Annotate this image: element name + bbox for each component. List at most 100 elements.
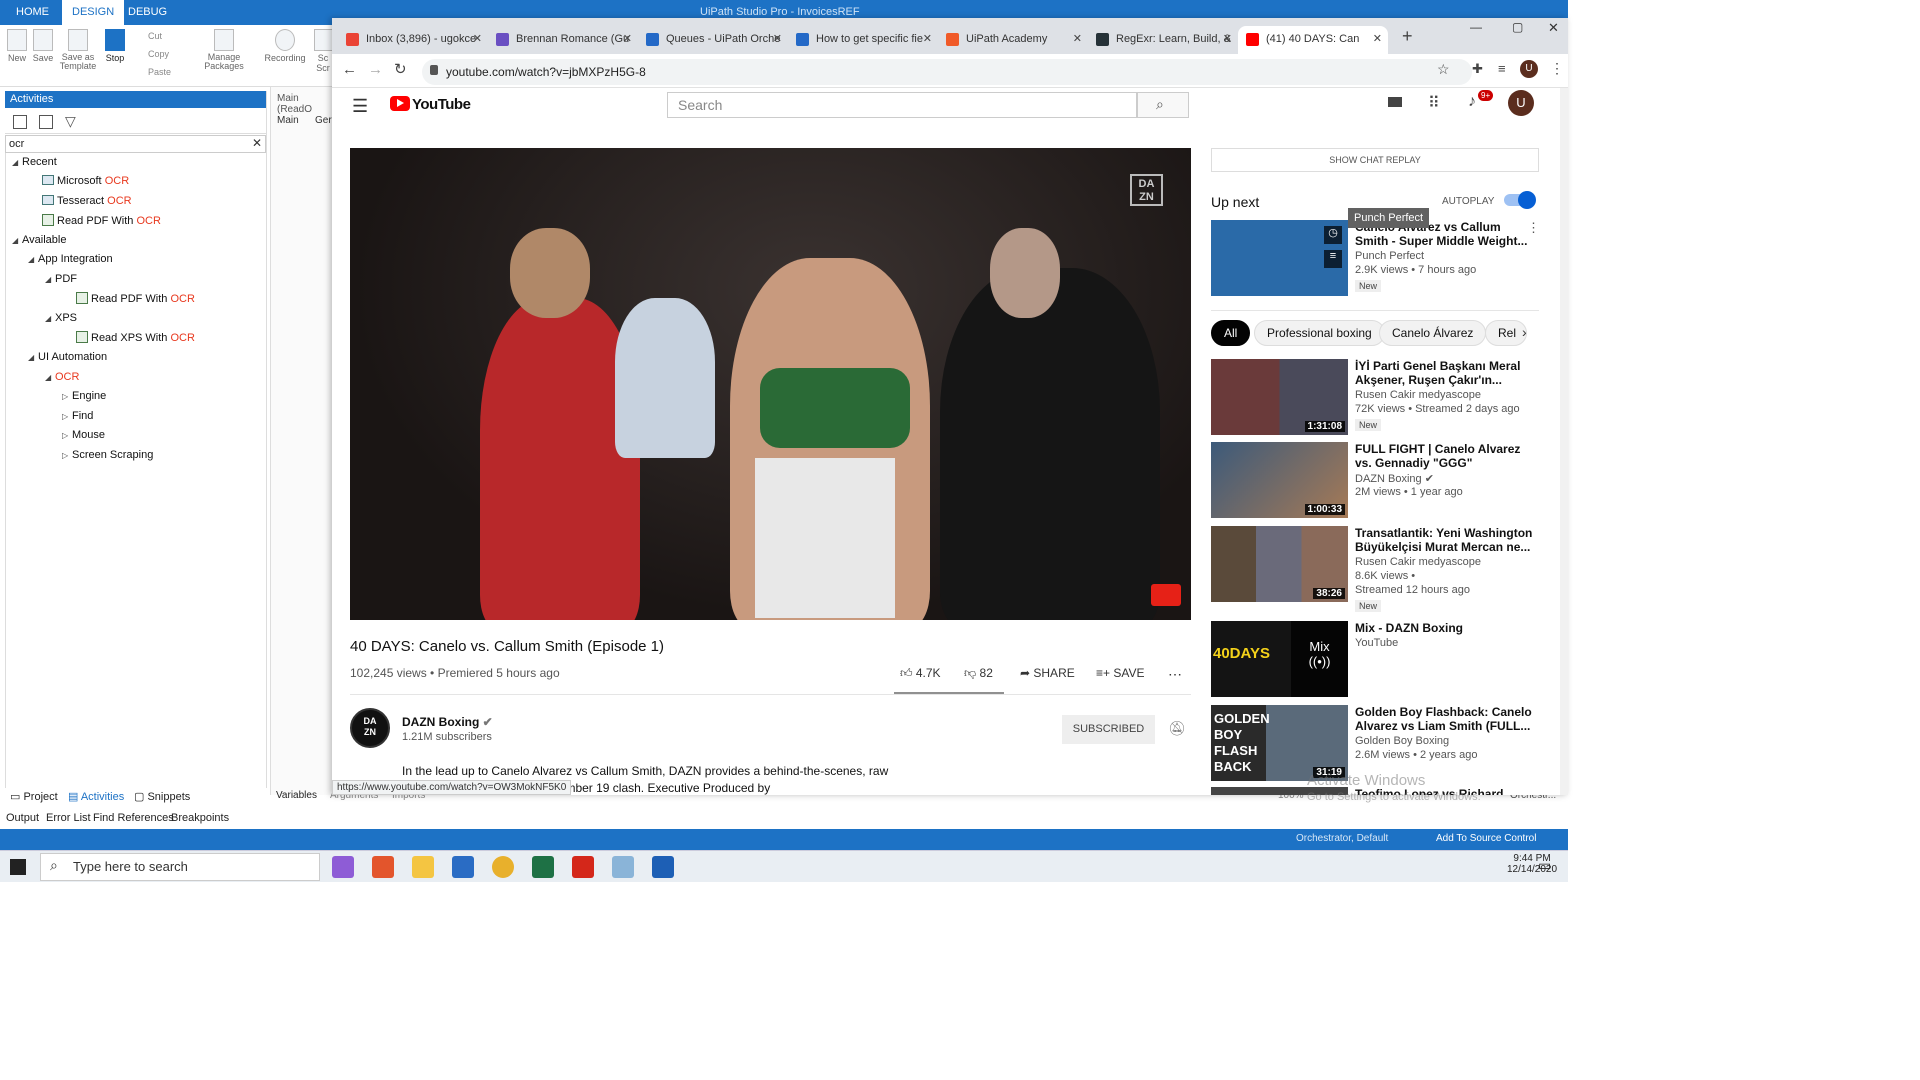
video-item-title[interactable]: FULL FIGHT | Canelo Alvarez vs. Gennadiy… — [1355, 442, 1535, 470]
close-tab-icon[interactable]: ✕ — [1373, 26, 1382, 52]
windows-start-icon[interactable] — [10, 859, 26, 875]
list-item[interactable]: 38:26 Transatlantik: Yeni Washington Büy… — [1211, 526, 1541, 612]
video-thumbnail[interactable]: 38:26 — [1211, 526, 1348, 602]
screen-scraping-button[interactable]: Sc Scr — [314, 29, 332, 73]
youtube-watermark-icon[interactable] — [1151, 584, 1181, 606]
tab-design[interactable]: DESIGN — [62, 0, 125, 25]
maximize-icon[interactable]: ▢ — [1512, 20, 1523, 34]
video-player[interactable]: DA ZN — [350, 148, 1191, 620]
tree-item-read-pdf-ocr[interactable]: Read PDF With OCR — [42, 214, 161, 227]
tree-mouse[interactable]: ▷ Mouse — [62, 429, 105, 441]
video-item-channel[interactable]: Rusen Cakir medyascope — [1355, 389, 1481, 401]
tree-item-read-xps-ocr[interactable]: Read XPS With OCR — [76, 331, 195, 344]
tree-find[interactable]: ▷ Find — [62, 410, 93, 422]
address-bar[interactable]: youtube.com/watch?v=jbMXPzH5G-8 — [422, 59, 1472, 85]
channel-name[interactable]: DAZN Boxing ✔ — [402, 715, 493, 729]
tree-app-integration[interactable]: ◢ App Integration — [28, 253, 113, 265]
paste-button[interactable]: Paste — [148, 67, 171, 77]
profile-avatar[interactable]: U — [1520, 60, 1538, 78]
tab-breakpoints[interactable]: Breakpoints — [171, 812, 229, 824]
channel-avatar[interactable]: DA ZN — [350, 708, 390, 748]
chrome-tab-regexr[interactable]: RegExr: Learn, Build, & ✕ — [1088, 26, 1238, 54]
chrome-tab-forum[interactable]: How to get specific fie ✕ — [788, 26, 938, 54]
tree-ocr-group[interactable]: ◢ OCR — [45, 371, 79, 383]
show-chat-replay-button[interactable]: SHOW CHAT REPLAY — [1211, 148, 1539, 172]
recording-button[interactable]: Recording — [262, 29, 308, 63]
tree-item-tesseract-ocr[interactable]: Tesseract OCR — [42, 195, 132, 207]
visual-studio-icon[interactable] — [332, 856, 354, 878]
video-thumbnail[interactable]: ◷ ≡ — [1211, 220, 1348, 296]
dislike-button[interactable]: 👎︎ 82 — [964, 666, 993, 681]
chip-related[interactable]: Rel — [1485, 320, 1527, 346]
video-item-channel[interactable]: DAZN Boxing ✔ — [1355, 472, 1434, 485]
close-window-icon[interactable]: ✕ — [1548, 20, 1559, 36]
tab-error-list[interactable]: Error List — [46, 812, 91, 824]
tab-project[interactable]: ▭ Project — [10, 790, 58, 803]
chevron-right-icon[interactable]: › — [1522, 324, 1527, 340]
youtube-logo-icon[interactable] — [390, 96, 410, 111]
forward-icon[interactable]: → — [368, 61, 383, 78]
notifications-icon[interactable]: ▭ — [1538, 857, 1551, 874]
acrobat-icon[interactable] — [572, 856, 594, 878]
add-to-queue-icon[interactable]: ≡ — [1324, 250, 1342, 268]
youtube-search-input[interactable]: Search — [667, 92, 1137, 118]
tab-home[interactable]: HOME — [6, 0, 59, 25]
video-item-channel[interactable]: Rusen Cakir medyascope — [1355, 556, 1481, 568]
more-actions-icon[interactable]: ⋯ — [1168, 666, 1182, 683]
tab-activities[interactable]: ▤ Activities — [68, 790, 124, 803]
source-control-button[interactable]: Add To Source Control — [1436, 833, 1536, 844]
chrome-tab-book[interactable]: Brennan Romance (Gu ✕ — [488, 26, 638, 54]
video-item-title[interactable]: Mix - DAZN Boxing — [1355, 621, 1535, 635]
save-button[interactable]: Save — [28, 29, 58, 63]
chip-canelo[interactable]: Canelo Álvarez — [1379, 320, 1487, 346]
file-explorer-icon[interactable] — [412, 856, 434, 878]
notepad-icon[interactable] — [612, 856, 634, 878]
subscribe-button[interactable]: SUBSCRIBED — [1062, 715, 1155, 744]
video-item-channel[interactable]: Punch Perfect — [1355, 250, 1424, 262]
more-options-icon[interactable]: ⋮ — [1527, 220, 1540, 236]
notifications-bell-icon[interactable]: ♪ — [1468, 93, 1476, 111]
copy-button[interactable]: Copy — [148, 49, 169, 59]
collapse-all-icon[interactable] — [39, 115, 53, 129]
activities-search-input[interactable]: ocr — [5, 135, 266, 153]
like-button[interactable]: 👍︎ 4.7K — [900, 666, 941, 681]
video-item-channel[interactable]: YouTube — [1355, 637, 1398, 649]
excel-icon[interactable] — [532, 856, 554, 878]
scrollbar[interactable] — [1560, 88, 1568, 795]
video-thumbnail[interactable]: GOLDEN BOY FLASH BACK 31:19 — [1211, 705, 1348, 781]
menu-icon[interactable]: ☰ — [352, 96, 368, 117]
tree-item-read-pdf-ocr-2[interactable]: Read PDF With OCR — [76, 292, 195, 305]
filter-icon[interactable]: ▽ — [65, 113, 76, 130]
autoplay-toggle[interactable] — [1504, 191, 1536, 209]
main-tab[interactable]: Main (ReadO — [277, 93, 332, 115]
chip-all[interactable]: All — [1211, 320, 1251, 346]
tree-available[interactable]: ◢ Available — [12, 234, 66, 246]
extensions-icon[interactable]: ✚ — [1472, 61, 1483, 77]
tree-recent[interactable]: ◢ Recent — [12, 156, 57, 168]
chrome-icon[interactable] — [492, 856, 514, 878]
youtube-search-button[interactable]: ⌕ — [1137, 92, 1189, 118]
video-thumbnail[interactable]: 1:31:08 — [1211, 359, 1348, 435]
list-item[interactable]: 1:31:08 İYİ Parti Genel Başkanı Meral Ak… — [1211, 359, 1541, 437]
watch-later-icon[interactable]: ◷ — [1324, 226, 1342, 244]
video-item-title[interactable]: İYİ Parti Genel Başkanı Meral Akşener, R… — [1355, 359, 1535, 387]
chrome-tab-gmail[interactable]: Inbox (3,896) - ugokce ✕ — [338, 26, 488, 54]
notification-off-icon[interactable]: 🔕︎ — [1168, 720, 1186, 737]
new-tab-icon[interactable]: + — [1402, 26, 1413, 47]
expand-all-icon[interactable] — [13, 115, 27, 129]
chrome-menu-icon[interactable]: ⋮ — [1550, 60, 1564, 77]
tree-engine[interactable]: ▷ Engine — [62, 390, 106, 402]
close-tab-icon[interactable]: ✕ — [773, 26, 782, 52]
back-icon[interactable]: ← — [342, 61, 357, 78]
tab-find-references[interactable]: Find References — [93, 812, 174, 824]
save-to-playlist-button[interactable]: ≡+ SAVE — [1096, 666, 1144, 680]
video-thumbnail[interactable]: 1:00:33 — [1211, 442, 1348, 518]
list-item[interactable]: 40DAYS Mix ((•)) Mix - DAZN Boxing YouTub… — [1211, 621, 1541, 699]
close-tab-icon[interactable]: ✕ — [923, 26, 932, 52]
reading-list-icon[interactable]: ≡ — [1498, 61, 1506, 76]
breadcrumb-current[interactable]: Ger — [315, 115, 332, 126]
create-video-icon[interactable] — [1388, 97, 1402, 107]
tab-variables[interactable]: Variables — [276, 790, 317, 801]
orchestrator-status[interactable]: Orchestrator, Default — [1296, 833, 1388, 844]
office-icon[interactable] — [372, 856, 394, 878]
